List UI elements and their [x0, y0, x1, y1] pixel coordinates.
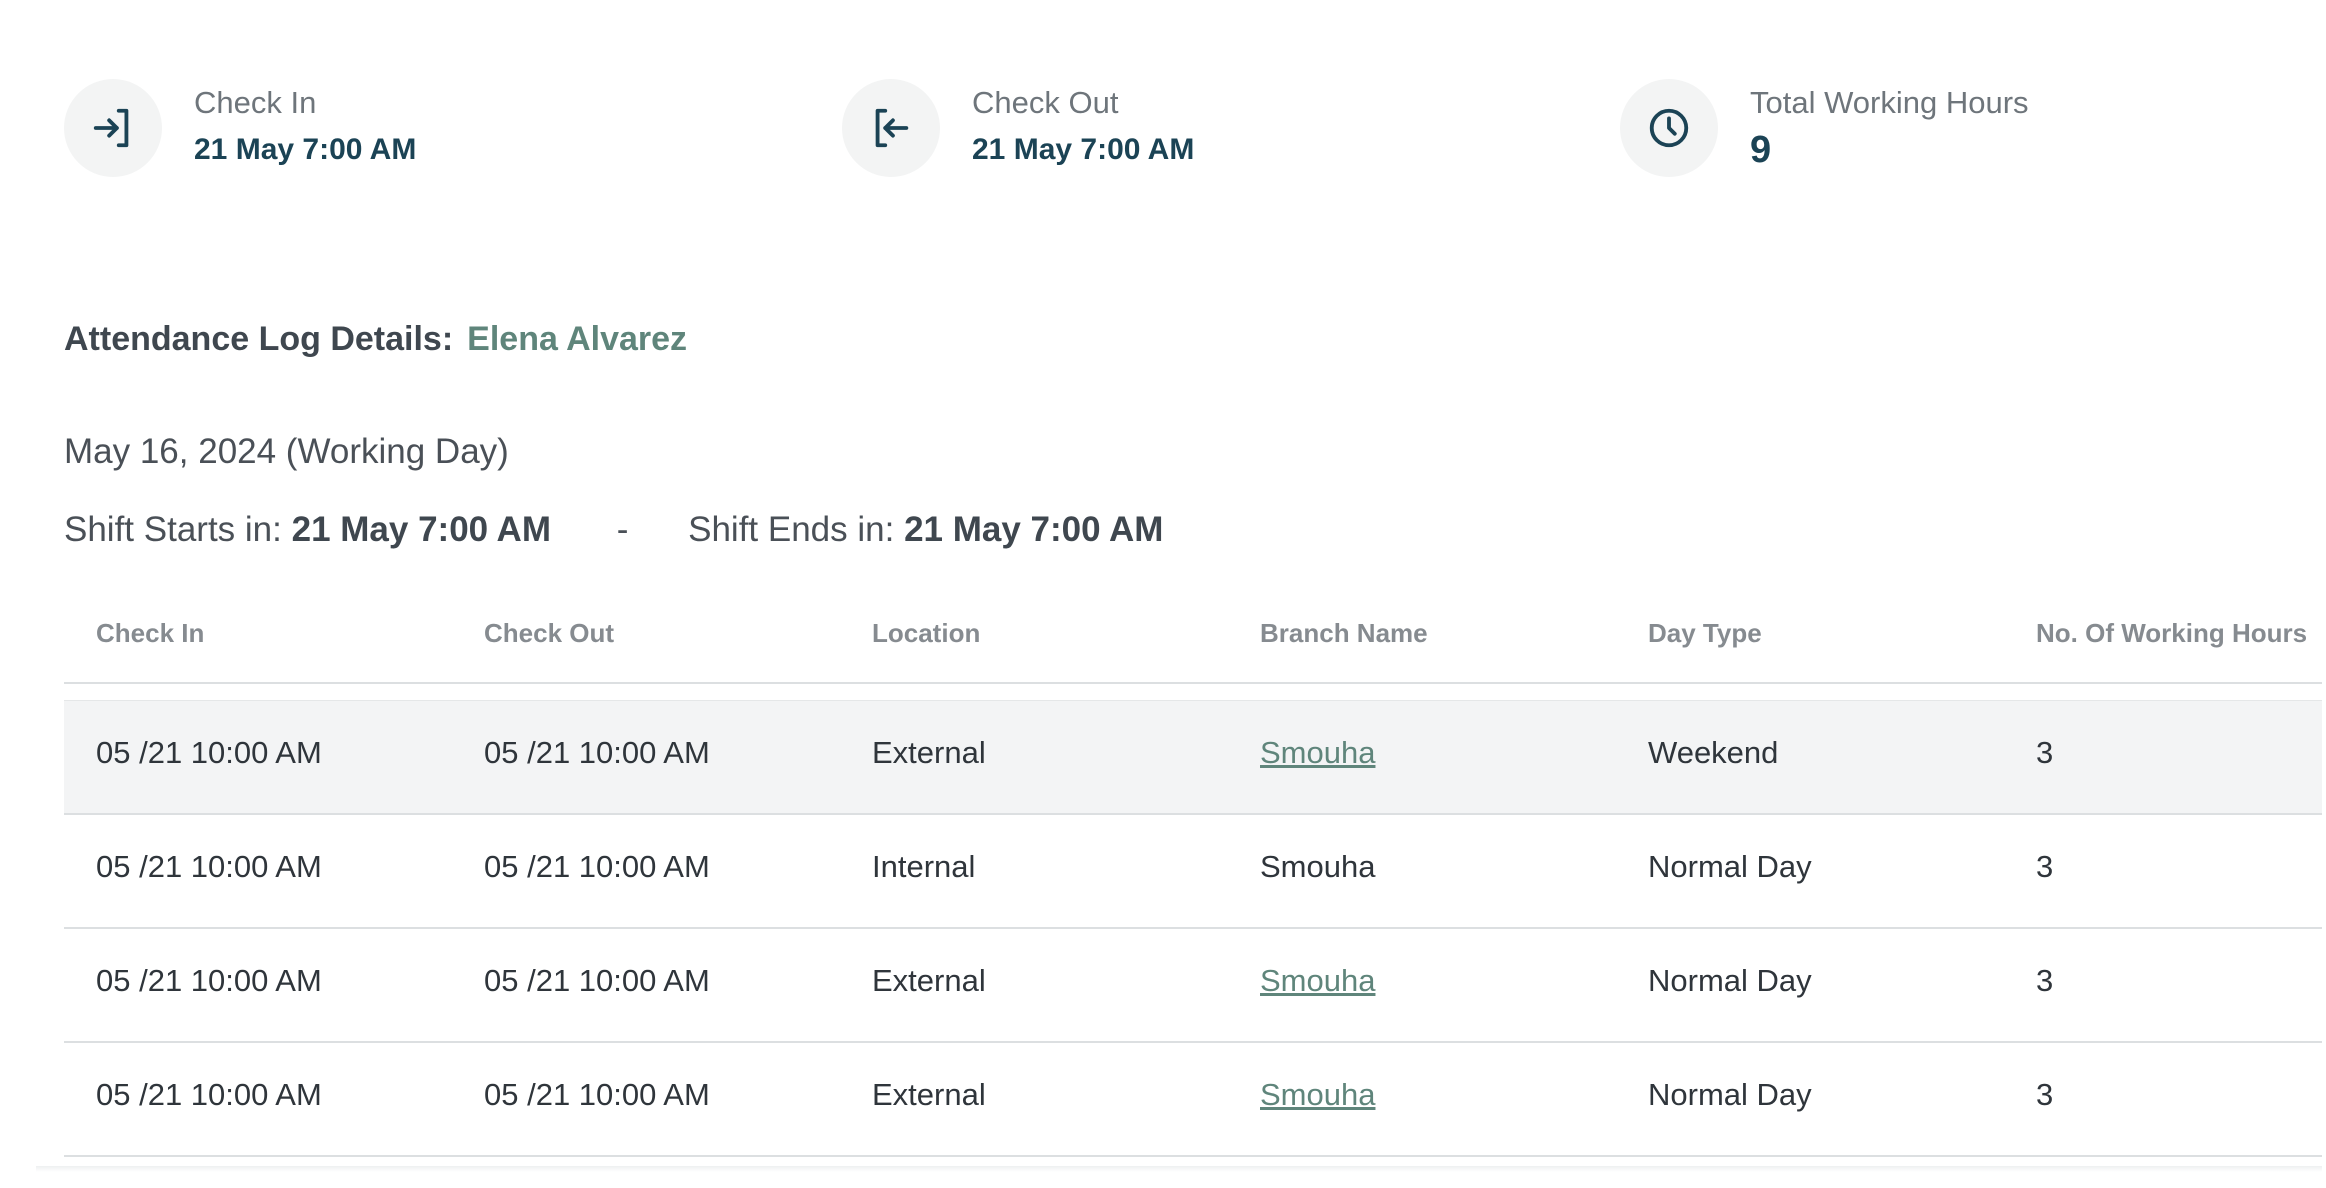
log-title-label: Attendance Log Details: [64, 320, 454, 358]
cell-location: Internal [872, 849, 976, 884]
cell-working-hours: 3 [2036, 963, 2054, 998]
check-in-icon [64, 79, 162, 177]
card-bottom-edge [36, 1166, 2322, 1172]
check-in-value: 21 May 7:00 AM [194, 133, 417, 166]
cell-location: External [872, 735, 986, 770]
cell-location: External [872, 963, 986, 998]
table-row: 05 /21 10:00 AM 05 /21 10:00 AM External… [64, 1043, 2322, 1157]
attendance-log-title: Attendance Log Details: Elena Alvarez [64, 320, 687, 359]
check-in-summary: Check In 21 May 7:00 AM [64, 79, 416, 177]
branch-link[interactable]: Smouha [1260, 1077, 1375, 1113]
cell-check-in: 05 /21 10:00 AM [96, 849, 322, 884]
cell-check-in: 05 /21 10:00 AM [96, 963, 322, 998]
cell-check-in: 05 /21 10:00 AM [96, 735, 322, 770]
attendance-page: Check In 21 May 7:00 AM Check Out 21 May… [0, 0, 2326, 1188]
attendance-table: Check In Check Out Location Branch Name … [64, 596, 2322, 1157]
cell-check-out: 05 /21 10:00 AM [484, 963, 710, 998]
cell-check-out: 05 /21 10:00 AM [484, 849, 710, 884]
table-header: Check In Check Out Location Branch Name … [64, 596, 2322, 684]
total-hours-label: Total Working Hours [1750, 85, 2029, 120]
cell-location: External [872, 1077, 986, 1112]
check-out-icon [842, 79, 940, 177]
header-check-in: Check In [96, 618, 205, 648]
check-out-summary: Check Out 21 May 7:00 AM [842, 79, 1194, 177]
shift-start-value: 21 May 7:00 AM [291, 510, 551, 549]
cell-check-out: 05 /21 10:00 AM [484, 735, 710, 770]
shift-start-label: Shift Starts in: [64, 510, 282, 549]
table-row: 05 /21 10:00 AM 05 /21 10:00 AM External… [64, 701, 2322, 815]
cell-check-in: 05 /21 10:00 AM [96, 1077, 322, 1112]
cell-working-hours: 3 [2036, 1077, 2054, 1112]
table-row: 05 /21 10:00 AM 05 /21 10:00 AM Internal… [64, 815, 2322, 929]
cell-working-hours: 3 [2036, 849, 2054, 884]
cell-day-type: Weekend [1648, 735, 1779, 770]
header-check-out: Check Out [484, 618, 615, 648]
cell-day-type: Normal Day [1648, 1077, 1812, 1112]
check-out-value: 21 May 7:00 AM [972, 133, 1195, 166]
clock-icon [1620, 79, 1718, 177]
branch-link[interactable]: Smouha [1260, 963, 1375, 999]
table-body: 05 /21 10:00 AM 05 /21 10:00 AM External… [64, 700, 2322, 1157]
shift-separator: - [616, 510, 629, 549]
branch-link[interactable]: Smouha [1260, 735, 1375, 771]
header-day-type: Day Type [1648, 618, 1762, 648]
total-hours-value: 9 [1750, 129, 1772, 171]
cell-branch-name: Smouha [1260, 849, 1376, 884]
header-working-hours: No. Of Working Hours [2036, 618, 2308, 648]
header-location: Location [872, 618, 981, 648]
day-heading: May 16, 2024 (Working Day) [64, 432, 509, 471]
total-hours-summary: Total Working Hours 9 [1620, 79, 2029, 177]
cell-working-hours: 3 [2036, 735, 2054, 770]
cell-day-type: Normal Day [1648, 963, 1812, 998]
cell-check-out: 05 /21 10:00 AM [484, 1077, 710, 1112]
shift-end-value: 21 May 7:00 AM [904, 510, 1164, 549]
shift-end-label: Shift Ends in: [688, 510, 895, 549]
cell-day-type: Normal Day [1648, 849, 1812, 884]
shift-times: Shift Starts in: 21 May 7:00 AM - Shift … [64, 510, 1163, 550]
header-branch-name: Branch Name [1260, 618, 1428, 648]
employee-name: Elena Alvarez [467, 320, 688, 358]
check-in-label: Check In [194, 85, 317, 120]
check-out-label: Check Out [972, 85, 1119, 120]
table-row: 05 /21 10:00 AM 05 /21 10:00 AM External… [64, 929, 2322, 1043]
